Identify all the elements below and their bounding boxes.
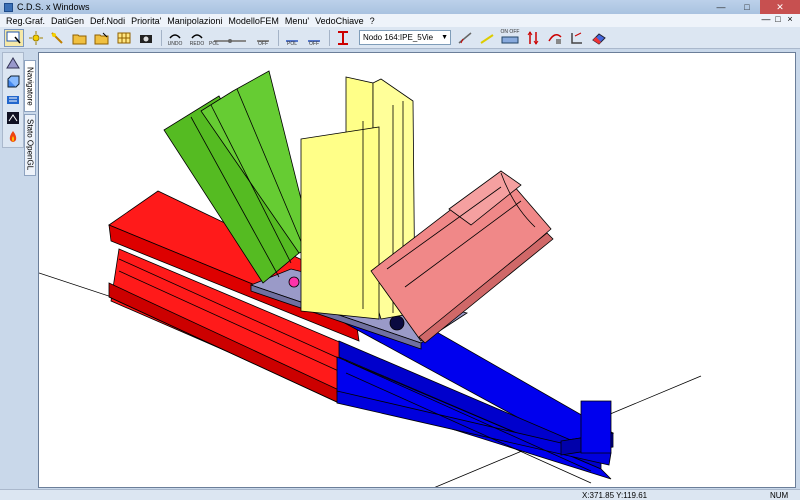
- camera-button[interactable]: [136, 29, 156, 47]
- off-label: OFF: [258, 40, 268, 47]
- eraser-button[interactable]: [589, 29, 609, 47]
- sun-icon: [29, 30, 43, 45]
- rotate-icon: [548, 33, 562, 44]
- toolbar-separator: [161, 29, 162, 46]
- mdi-restore-button[interactable]: □: [772, 14, 784, 24]
- view-pan-button[interactable]: [4, 55, 22, 71]
- left-toolbar: [2, 52, 24, 148]
- tab-navigatore[interactable]: Navigatore: [24, 60, 36, 112]
- redo-label: REDO: [189, 40, 205, 47]
- light-button[interactable]: [477, 29, 497, 47]
- pol-button[interactable]: POL: [282, 29, 302, 47]
- fire-icon: [9, 130, 17, 142]
- toolbar-separator: [329, 29, 330, 46]
- minimize-button[interactable]: —: [708, 0, 734, 14]
- menu-manipolazioni[interactable]: Manipolazioni: [167, 16, 222, 26]
- light-icon: [480, 33, 494, 44]
- off-button[interactable]: OFF: [253, 29, 273, 47]
- off-button-2[interactable]: OFF: [304, 29, 324, 47]
- cursor-coordinates: X:371.85 Y:119.61: [582, 490, 648, 500]
- mdi-minimize-button[interactable]: —: [760, 14, 772, 24]
- camera-icon: [140, 34, 152, 43]
- tab-stato-opengl[interactable]: Stato OpenGL: [24, 114, 36, 176]
- redo-button[interactable]: REDO: [187, 29, 207, 47]
- measure-icon: [458, 31, 472, 44]
- maximize-button[interactable]: □: [734, 0, 760, 14]
- arrows-icon: [527, 30, 539, 45]
- cube-icon: [7, 75, 20, 88]
- beam-section-button[interactable]: [333, 29, 353, 47]
- chevron-down-icon: ▼: [441, 34, 448, 41]
- off-label-2: OFF: [309, 40, 319, 47]
- mdi-close-button[interactable]: ×: [784, 14, 796, 24]
- pol-label: POL: [209, 40, 220, 47]
- menu-vedo-chiave[interactable]: VedoChiave: [315, 16, 364, 26]
- status-bar: X:371.85 Y:119.61 NUM: [0, 489, 800, 500]
- pick-button[interactable]: [48, 29, 68, 47]
- app-icon: [4, 2, 13, 12]
- undo-button[interactable]: UNDO: [165, 29, 185, 47]
- select-window-icon: [6, 31, 21, 43]
- select-window-button[interactable]: [4, 28, 24, 47]
- menu-reg-graf[interactable]: Reg.Graf.: [6, 16, 45, 26]
- pol-ip-pol-button[interactable]: POL: [209, 29, 251, 47]
- sun-light-button[interactable]: [26, 29, 46, 47]
- blue-main-beam: [336, 320, 615, 484]
- folder-edit-icon: [94, 32, 109, 44]
- pol-label-2: POL: [286, 40, 297, 47]
- folder-icon: [72, 34, 87, 44]
- grid-icon: [117, 32, 131, 43]
- folder-open-button[interactable]: [70, 29, 90, 47]
- close-button[interactable]: ✕: [760, 0, 800, 14]
- on-off-button[interactable]: ON OFF: [499, 29, 521, 47]
- menu-modello-fem[interactable]: ModelloFEM: [228, 16, 279, 26]
- rotate-button[interactable]: [545, 29, 565, 47]
- section-button[interactable]: [567, 29, 587, 47]
- num-lock-indicator: NUM: [770, 490, 789, 500]
- menu-bar: Reg.Graf. DatiGen Def.Nodi Priorita' Man…: [0, 14, 800, 27]
- pick-icon: [51, 31, 63, 44]
- beam-section-icon: [338, 30, 348, 45]
- toolbar-separator: [278, 29, 279, 46]
- menu-dati-gen[interactable]: DatiGen: [51, 16, 84, 26]
- steel-joint-render: [39, 70, 702, 487]
- measure-button[interactable]: [455, 29, 475, 47]
- pan-icon: [6, 57, 20, 69]
- title-bar: C.D.S. x Windows — □ ✕: [0, 0, 800, 14]
- menu-menu[interactable]: Menu': [285, 16, 309, 26]
- on-off-label: ON OFF: [500, 28, 520, 35]
- menu-help[interactable]: ?: [370, 16, 375, 26]
- tab-stato-opengl-label: Stato OpenGL: [25, 119, 35, 171]
- 3d-viewport[interactable]: [38, 52, 796, 488]
- node-select-value: Nodo 164:IPE_5Vie: [363, 33, 434, 42]
- view-3d-button[interactable]: [4, 73, 22, 89]
- main-toolbar: UNDO REDO POL OFF POL OFF Nodo 164:IPE_5…: [0, 27, 800, 49]
- bolt-pink: [288, 276, 300, 288]
- menu-def-nodi[interactable]: Def.Nodi: [90, 16, 125, 26]
- arrows-button[interactable]: [523, 29, 543, 47]
- node-select[interactable]: Nodo 164:IPE_5Vie ▼: [359, 30, 451, 45]
- fire-button[interactable]: [4, 129, 22, 145]
- tab-navigatore-label: Navigatore: [25, 66, 35, 106]
- section-icon: [571, 32, 582, 44]
- view-structure-button[interactable]: [4, 92, 22, 108]
- folder-edit-button[interactable]: [92, 29, 112, 47]
- grid-button[interactable]: [114, 29, 134, 47]
- undo-label: UNDO: [167, 40, 183, 47]
- menu-priorita[interactable]: Priorita': [131, 16, 161, 26]
- eraser-icon: [592, 32, 606, 45]
- bolt-blue: [389, 315, 405, 331]
- window-title: C.D.S. x Windows: [17, 2, 90, 12]
- structure-icon: [7, 96, 19, 105]
- render-icon: [7, 112, 19, 125]
- view-render-button[interactable]: [4, 110, 22, 126]
